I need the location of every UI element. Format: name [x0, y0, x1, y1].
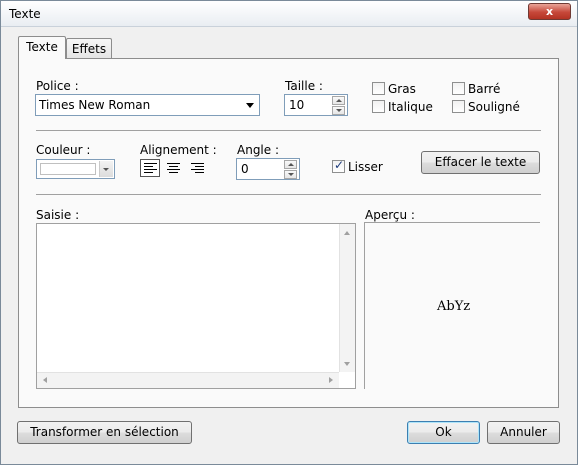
input-label: Saisie : — [36, 208, 80, 222]
close-button[interactable]: x — [528, 3, 571, 20]
bold-label: Gras — [388, 82, 416, 96]
text-input-area[interactable] — [36, 223, 356, 389]
clear-text-button[interactable]: Effacer le texte — [421, 151, 540, 174]
smooth-checkbox[interactable] — [332, 158, 345, 173]
dialog-window: Texte x Texte Effets Police : Times New … — [0, 0, 578, 465]
clear-text-label: Effacer le texte — [434, 155, 527, 169]
align-left-icon[interactable] — [140, 159, 160, 177]
ok-button[interactable]: Ok — [407, 421, 480, 444]
scroll-right-icon[interactable] — [329, 377, 333, 383]
window-title: Texte — [9, 7, 41, 21]
alignment-label: Alignement : — [140, 143, 217, 157]
align-right-icon[interactable] — [188, 159, 208, 177]
transform-selection-label: Transformer en sélection — [30, 425, 179, 439]
size-stepper[interactable]: 10 — [284, 94, 348, 116]
tab-texte-label: Texte — [26, 40, 58, 54]
smooth-label: Lisser — [348, 160, 383, 174]
size-up-button[interactable] — [332, 96, 345, 105]
scroll-up-icon[interactable] — [344, 231, 350, 235]
ok-label: Ok — [435, 425, 452, 439]
preview-top-border — [365, 222, 540, 223]
chevron-down-icon[interactable] — [99, 161, 113, 177]
horizontal-scrollbar[interactable] — [37, 372, 339, 388]
font-select[interactable]: Times New Roman — [35, 94, 260, 116]
divider — [36, 194, 541, 195]
tab-effets-label: Effets — [71, 42, 107, 56]
angle-stepper[interactable]: 0 — [236, 158, 300, 180]
preview-label: Aperçu : — [365, 208, 415, 222]
underline-label: Souligné — [468, 100, 520, 114]
angle-label: Angle : — [237, 143, 280, 157]
font-label: Police : — [36, 79, 79, 93]
scroll-down-icon[interactable] — [344, 362, 350, 366]
italic-checkbox[interactable] — [372, 100, 385, 113]
color-picker[interactable] — [36, 159, 115, 179]
title-bar[interactable]: Texte x — [1, 1, 577, 27]
cancel-label: Annuler — [500, 425, 547, 439]
close-icon: x — [545, 5, 554, 18]
angle-down-button[interactable] — [284, 170, 297, 179]
align-center-icon[interactable] — [164, 159, 184, 177]
tab-effets[interactable]: Effets — [66, 38, 112, 60]
color-swatch — [40, 163, 96, 175]
size-down-button[interactable] — [332, 106, 345, 115]
bold-checkbox[interactable] — [372, 82, 385, 95]
divider — [36, 130, 541, 131]
underline-checkbox[interactable] — [452, 100, 465, 113]
vertical-scrollbar[interactable] — [339, 224, 355, 372]
size-label: Taille : — [285, 79, 323, 93]
font-select-value: Times New Roman — [39, 98, 151, 112]
strike-label: Barré — [468, 82, 501, 96]
scroll-left-icon[interactable] — [43, 377, 47, 383]
color-label: Couleur : — [36, 143, 91, 157]
preview-sample: AbYz — [437, 299, 471, 314]
angle-up-button[interactable] — [284, 160, 297, 169]
angle-value: 0 — [241, 162, 249, 176]
size-value: 10 — [289, 98, 305, 112]
preview-left-border — [364, 222, 365, 389]
tab-texte[interactable]: Texte — [18, 36, 66, 59]
strike-checkbox[interactable] — [452, 82, 465, 95]
transform-selection-button[interactable]: Transformer en sélection — [17, 421, 192, 444]
italic-label: Italique — [388, 100, 433, 114]
cancel-button[interactable]: Annuler — [487, 421, 560, 444]
chevron-down-icon — [246, 103, 254, 108]
